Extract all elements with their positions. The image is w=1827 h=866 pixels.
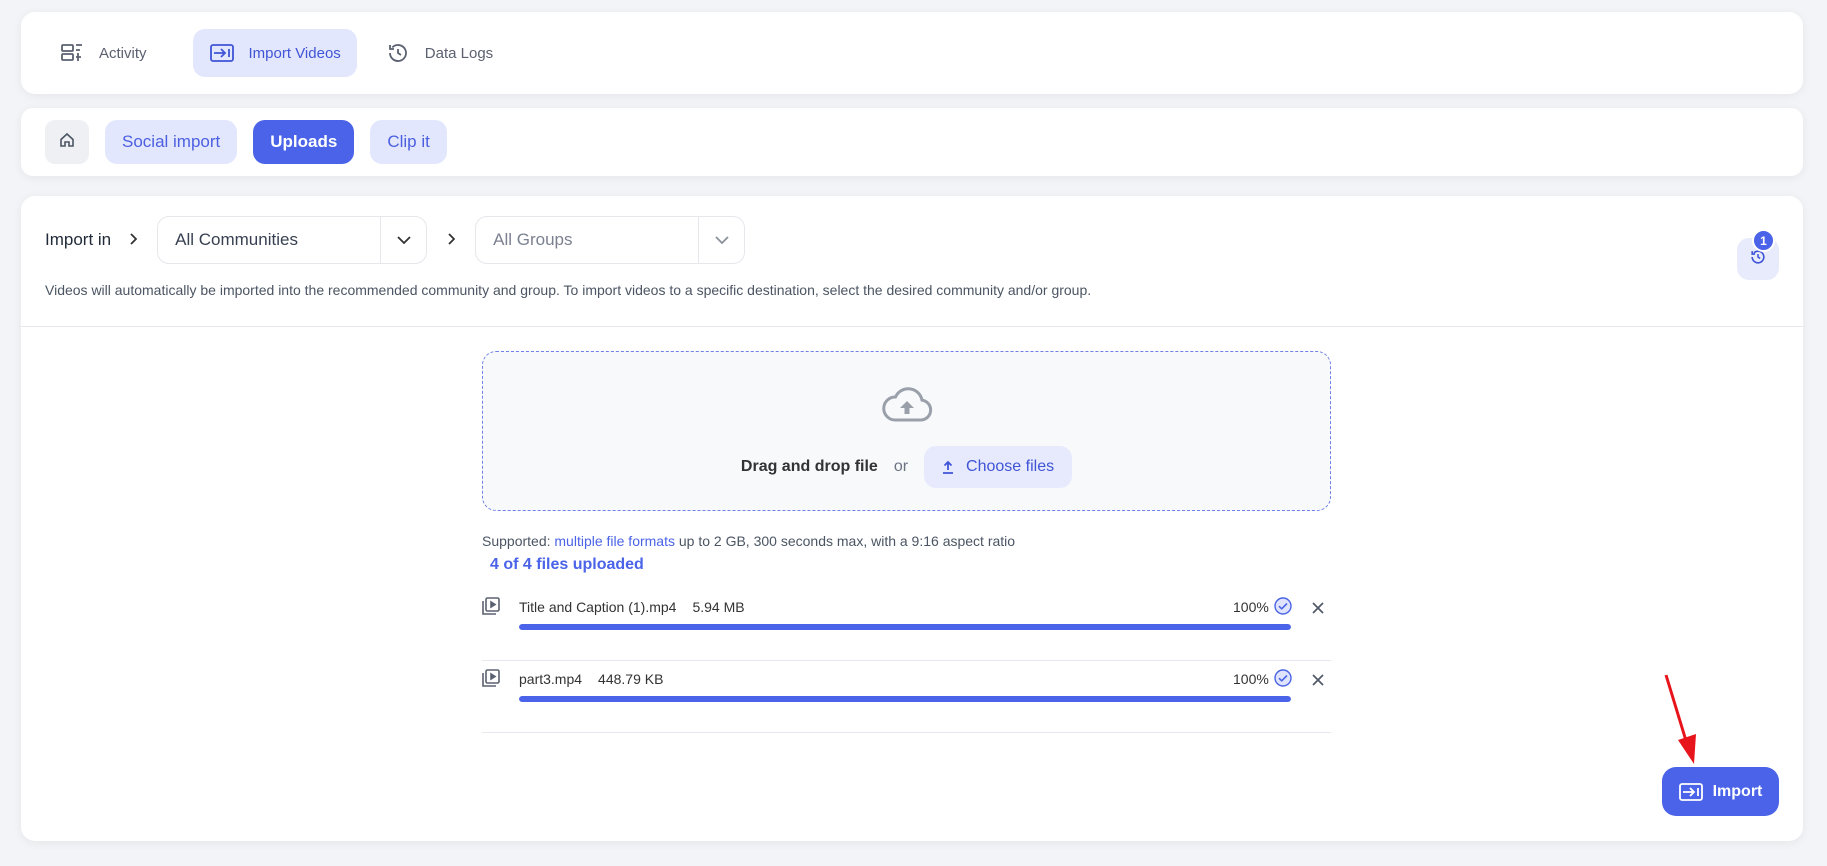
file-name-text: part3.mp4 xyxy=(519,671,583,687)
uploaded-count: 4 of 4 files uploaded xyxy=(490,556,644,573)
close-icon xyxy=(1312,674,1324,686)
or-label: or xyxy=(893,458,909,475)
choose-files-label: Choose files xyxy=(966,458,1055,475)
upload-progress-fill xyxy=(519,624,1291,630)
import-button[interactable]: Import xyxy=(1662,767,1779,816)
supported-suffix: up to 2 GB, 300 seconds max, with a 9:16… xyxy=(674,533,1016,549)
tab-import-videos-label: Import Videos xyxy=(248,44,341,62)
import-destination-row: Import in All Communities All Groups xyxy=(45,216,765,264)
chevron-right-icon xyxy=(129,232,138,248)
social-import-button[interactable]: Social import xyxy=(105,120,238,164)
activity-icon xyxy=(59,40,85,66)
file-formats-link[interactable]: multiple file formats xyxy=(554,533,675,549)
file-size: 448.79 KB xyxy=(598,671,664,687)
upload-progress-bar xyxy=(519,696,1291,702)
close-icon xyxy=(1312,602,1324,614)
divider xyxy=(21,326,1803,327)
tab-data-logs-label: Data Logs xyxy=(424,44,494,62)
file-name: Title and Caption (1).mp4 5.94 MB xyxy=(519,599,745,615)
tab-activity[interactable]: Activity xyxy=(59,29,163,77)
tab-import-videos[interactable]: Import Videos xyxy=(192,29,357,77)
uploads-button[interactable]: Uploads xyxy=(253,120,355,164)
import-button-label: Import xyxy=(1712,782,1763,800)
tab-activity-label: Activity xyxy=(99,44,147,62)
community-select-value: All Communities xyxy=(175,230,298,249)
upload-percent: 100% xyxy=(1233,599,1269,615)
file-row: part3.mp4 448.79 KB 100% xyxy=(482,661,1331,733)
chevron-down-icon xyxy=(698,217,744,263)
file-name: part3.mp4 448.79 KB xyxy=(519,671,663,687)
video-file-icon xyxy=(482,597,500,620)
remove-file-button[interactable] xyxy=(1312,601,1324,619)
file-size: 5.94 MB xyxy=(692,599,745,615)
remove-file-button[interactable] xyxy=(1312,673,1324,691)
home-icon xyxy=(59,132,75,153)
history-icon xyxy=(385,40,411,66)
top-navigation: Activity Import Videos Data Logs xyxy=(21,12,1803,94)
upload-panel: Import in All Communities All Groups Vid… xyxy=(21,196,1803,841)
group-select-value: All Groups xyxy=(493,230,573,249)
home-button[interactable] xyxy=(45,120,89,164)
upload-icon xyxy=(942,460,954,474)
sub-navigation: Social import Uploads Clip it xyxy=(21,108,1803,176)
chevron-right-icon xyxy=(447,232,456,248)
video-file-icon xyxy=(482,669,500,692)
import-icon xyxy=(1678,782,1703,802)
supported-prefix: Supported: xyxy=(482,533,555,549)
dropzone-actions: Drag and drop file or Choose files xyxy=(483,446,1330,488)
upload-progress-fill xyxy=(519,696,1291,702)
history-count-badge: 1 xyxy=(1752,229,1775,252)
cloud-upload-icon xyxy=(881,386,933,427)
supported-formats-text: Supported: multiple file formats up to 2… xyxy=(482,533,1015,549)
choose-files-button[interactable]: Choose files xyxy=(924,446,1073,488)
file-dropzone[interactable]: Drag and drop file or Choose files xyxy=(482,351,1331,511)
drag-drop-label: Drag and drop file xyxy=(740,458,878,475)
group-select[interactable]: All Groups xyxy=(475,216,746,264)
community-select[interactable]: All Communities xyxy=(157,216,428,264)
check-circle-icon xyxy=(1274,669,1292,692)
clip-it-button[interactable]: Clip it xyxy=(370,120,447,164)
file-row: Title and Caption (1).mp4 5.94 MB 100% xyxy=(482,589,1331,661)
tab-data-logs[interactable]: Data Logs xyxy=(385,29,509,77)
check-circle-icon xyxy=(1274,597,1292,620)
import-in-label: Import in xyxy=(45,230,112,249)
upload-percent: 100% xyxy=(1233,671,1269,687)
import-helper-text: Videos will automatically be imported in… xyxy=(45,282,1092,298)
chevron-down-icon xyxy=(380,217,426,263)
file-name-text: Title and Caption (1).mp4 xyxy=(519,599,677,615)
upload-progress-bar xyxy=(519,624,1291,630)
import-icon xyxy=(209,40,235,66)
annotation-arrow xyxy=(1664,674,1696,764)
